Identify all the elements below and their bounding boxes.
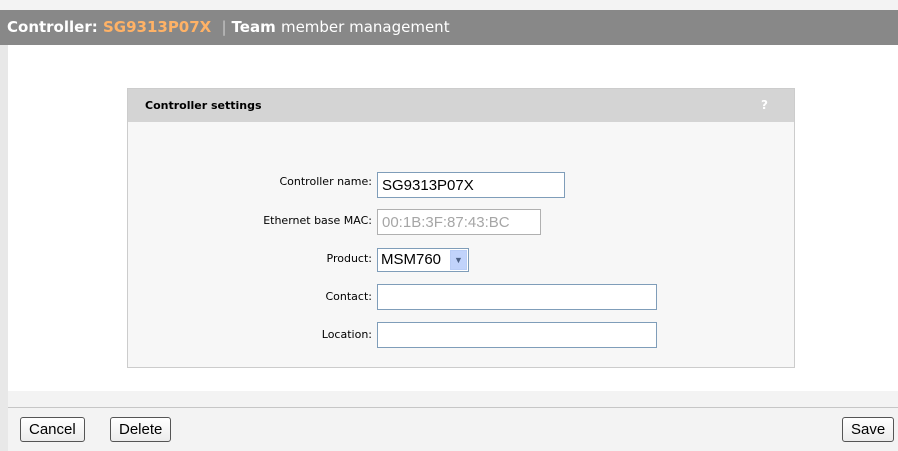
product-select[interactable]: MSM760 ▼ — [377, 248, 469, 272]
panel-title: Controller settings — [145, 99, 262, 112]
top-strip — [0, 0, 898, 10]
panel-header: Controller settings ? — [128, 89, 794, 122]
product-selected-value: MSM760 — [381, 251, 442, 268]
contact-input[interactable] — [377, 284, 657, 310]
cancel-button[interactable]: Cancel — [20, 417, 85, 442]
header-controller-name: SG9313P07X — [102, 18, 212, 36]
contact-label: Contact: — [325, 290, 372, 303]
header-separator: | — [221, 18, 227, 36]
location-input[interactable] — [377, 322, 657, 348]
location-label: Location: — [321, 328, 372, 341]
product-label: Product: — [326, 252, 372, 265]
ethernet-mac-label: Ethernet base MAC: — [263, 214, 372, 227]
controller-name-input[interactable] — [377, 172, 565, 198]
ethernet-mac-field — [377, 209, 541, 235]
help-icon[interactable]: ? — [761, 89, 768, 122]
save-button[interactable]: Save — [842, 417, 895, 442]
controller-name-label: Controller name: — [279, 175, 372, 188]
chevron-down-icon[interactable]: ▼ — [450, 250, 467, 270]
page-header: Controller: SG9313P07X | Team member mana… — [0, 10, 898, 45]
header-team: Team — [231, 18, 276, 36]
header-page-title: member management — [280, 18, 450, 36]
delete-button[interactable]: Delete — [110, 417, 172, 442]
header-prefix: Controller: — [7, 18, 98, 36]
left-edge — [0, 45, 8, 451]
